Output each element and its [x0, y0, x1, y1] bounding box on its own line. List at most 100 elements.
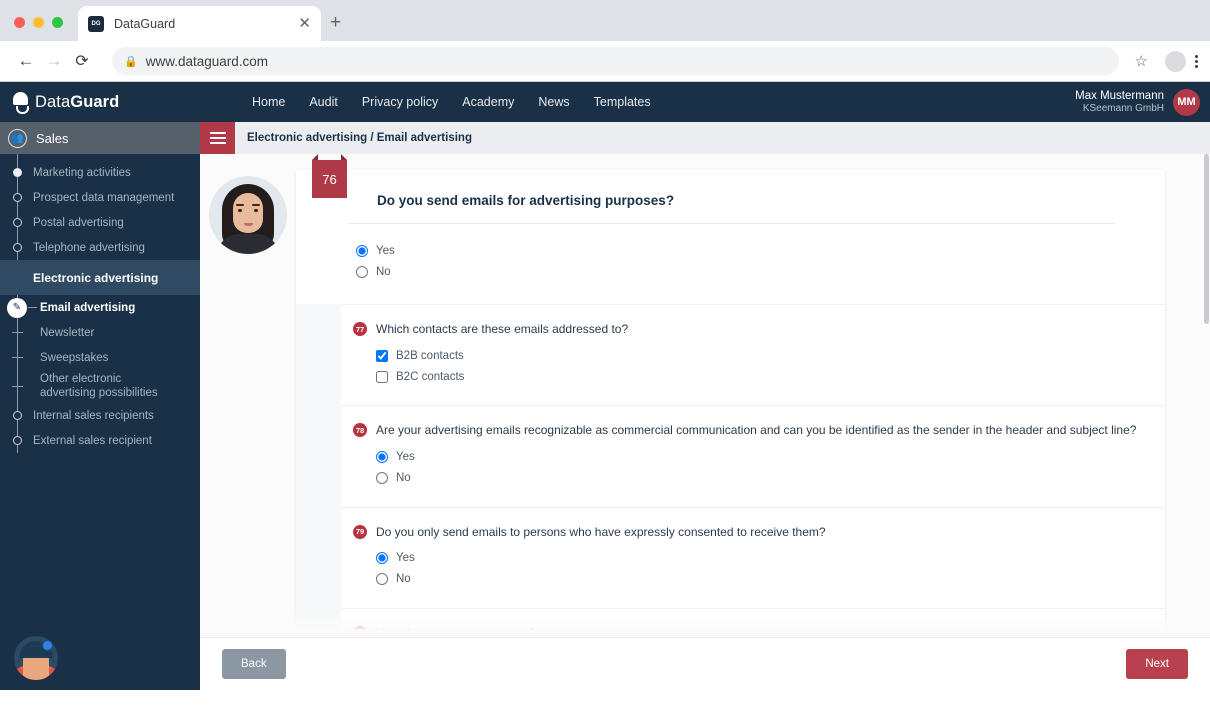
sub-question-text: Which contacts are these emails addresse… — [376, 322, 629, 337]
option-label[interactable]: Yes — [396, 451, 415, 463]
option-label[interactable]: Yes — [396, 552, 415, 564]
status-dot-icon — [12, 193, 22, 202]
sidebar-subitem-other-electronic-advertising[interactable]: Other electronic advertising possibiliti… — [0, 370, 200, 403]
radio-no[interactable] — [376, 472, 388, 485]
close-window-button[interactable] — [14, 17, 25, 28]
status-badge: 79 — [353, 524, 367, 539]
option-label[interactable]: B2C contacts — [396, 371, 464, 383]
question-options: Yes No — [296, 224, 1165, 304]
sidebar-item-label: Internal sales recipients — [33, 409, 154, 422]
sidebar-item-label: Marketing activities — [33, 166, 131, 179]
browser-tab[interactable]: DG DataGuard ✕ — [78, 6, 321, 41]
status-badge: 80 — [353, 625, 367, 637]
option-label[interactable]: No — [396, 573, 411, 585]
avatar[interactable]: MM — [1173, 88, 1200, 116]
option-label[interactable]: No — [396, 472, 411, 484]
sub-question-header: 77 Which contacts are these emails addre… — [341, 321, 1145, 337]
close-tab-icon[interactable]: ✕ — [298, 16, 311, 31]
question-header: 76 Do you send emails for advertising pu… — [296, 154, 1165, 210]
rail-tick-icon — [12, 332, 23, 333]
sidebar-subitem-label: Sweepstakes — [40, 351, 109, 364]
browser-toolbar: ← → ⟳ 🔒 www.dataguard.com ☆ — [0, 41, 1210, 82]
status-dot-icon — [12, 168, 22, 177]
sub-question-header: 79 Do you only send emails to persons wh… — [341, 524, 1145, 540]
content-scrollbar[interactable] — [1203, 154, 1210, 637]
user-menu[interactable]: Max Mustermann KSeemann GmbH MM — [1075, 82, 1200, 122]
option-row[interactable]: Yes — [376, 447, 1145, 468]
option-row[interactable]: No — [356, 261, 1165, 282]
back-arrow-icon[interactable]: ← — [12, 47, 40, 75]
status-badge: 77 — [353, 322, 367, 337]
people-icon: 👥 — [8, 128, 27, 148]
portrait-eye-left — [238, 209, 242, 212]
checkbox-b2b-contacts[interactable] — [376, 349, 388, 362]
option-row[interactable]: Yes — [356, 240, 1165, 261]
app-header: DataGuard Home Audit Privacy policy Acad… — [0, 82, 1210, 122]
breadcrumb: Electronic advertising / Email advertisi… — [247, 132, 472, 144]
nav-item-academy[interactable]: Academy — [462, 95, 514, 109]
support-chat-avatar[interactable] — [14, 636, 58, 680]
nav-item-privacy-policy[interactable]: Privacy policy — [362, 95, 438, 109]
new-tab-icon[interactable]: + — [330, 13, 341, 32]
sidebar-item-external-sales-recipient[interactable]: External sales recipient — [0, 428, 200, 453]
sub-question-options: Yes No — [341, 439, 1145, 489]
sub-question-text: Are your advertising emails recognizable… — [376, 423, 1137, 438]
maximize-window-button[interactable] — [52, 17, 63, 28]
status-badge: 78 — [353, 423, 367, 438]
sub-question-options: B2B contacts B2C contacts — [341, 337, 1145, 387]
sidebar-header[interactable]: 👥 Sales — [0, 122, 200, 154]
radio-yes[interactable] — [376, 552, 388, 565]
reload-icon[interactable]: ⟳ — [68, 47, 96, 75]
sidebar-nav-list: Marketing activities Prospect data manag… — [0, 154, 200, 453]
sidebar-item-label: Telephone advertising — [33, 241, 145, 254]
option-row[interactable]: No — [376, 569, 1145, 590]
browser-profile-avatar[interactable] — [1165, 50, 1186, 72]
option-row[interactable]: No — [376, 468, 1145, 489]
content-scroll-area[interactable]: 76 Do you send emails for advertising pu… — [200, 154, 1210, 637]
forward-arrow-icon[interactable]: → — [40, 47, 68, 75]
browser-chrome: DG DataGuard ✕ + — [0, 0, 1210, 41]
nav-item-home[interactable]: Home — [252, 95, 285, 109]
option-label[interactable]: No — [376, 266, 391, 278]
sidebar-item-label: Prospect data management — [33, 191, 175, 204]
option-row[interactable]: B2B contacts — [376, 345, 1145, 366]
brand-logo[interactable]: DataGuard — [0, 92, 200, 114]
top-navigation: Home Audit Privacy policy Academy News T… — [252, 95, 651, 109]
option-label[interactable]: Yes — [376, 245, 395, 257]
radio-no[interactable] — [356, 265, 368, 278]
nav-item-news[interactable]: News — [538, 95, 569, 109]
radio-no[interactable] — [376, 573, 388, 586]
address-bar[interactable]: 🔒 www.dataguard.com — [112, 47, 1119, 75]
sidebar-item-internal-sales-recipients[interactable]: Internal sales recipients — [0, 403, 200, 428]
nav-item-templates[interactable]: Templates — [594, 95, 651, 109]
option-label[interactable]: B2B contacts — [396, 350, 464, 362]
scrollbar-thumb[interactable] — [1204, 154, 1209, 324]
radio-yes[interactable] — [356, 244, 368, 257]
nav-item-audit[interactable]: Audit — [309, 95, 338, 109]
sidebar-item-telephone-advertising[interactable]: Telephone advertising — [0, 235, 200, 260]
kebab-menu-icon[interactable] — [1195, 54, 1198, 68]
radio-yes[interactable] — [376, 451, 388, 464]
next-button[interactable]: Next — [1126, 649, 1188, 679]
minimize-window-button[interactable] — [33, 17, 44, 28]
sidebar-subitem-email-advertising[interactable]: ✎ Email advertising — [0, 295, 200, 320]
sidebar-subitem-newsletter[interactable]: Newsletter — [0, 320, 200, 345]
sidebar-item-postal-advertising[interactable]: Postal advertising — [0, 210, 200, 235]
hamburger-icon[interactable] — [200, 122, 235, 154]
portrait-brow-left — [236, 204, 244, 206]
star-icon[interactable]: ☆ — [1135, 52, 1148, 70]
status-dot-icon — [12, 218, 22, 227]
sidebar-subitem-sweepstakes[interactable]: Sweepstakes — [0, 345, 200, 370]
dataguard-shield-icon — [13, 92, 29, 114]
brand-bold: Guard — [70, 92, 120, 111]
checkbox-b2c-contacts[interactable] — [376, 370, 388, 383]
footer-bar: Back Next — [200, 637, 1210, 690]
sidebar-item-prospect-data-management[interactable]: Prospect data management — [0, 185, 200, 210]
option-row[interactable]: Yes — [376, 548, 1145, 569]
sidebar-subitem-label: Email advertising — [40, 301, 136, 314]
back-button[interactable]: Back — [222, 649, 286, 679]
sub-question-header: 80 How do you request consent? — [341, 625, 1145, 637]
sidebar-item-marketing-activities[interactable]: Marketing activities — [0, 160, 200, 185]
option-row[interactable]: B2C contacts — [376, 366, 1145, 387]
sidebar-item-electronic-advertising[interactable]: Electronic advertising — [0, 260, 200, 295]
